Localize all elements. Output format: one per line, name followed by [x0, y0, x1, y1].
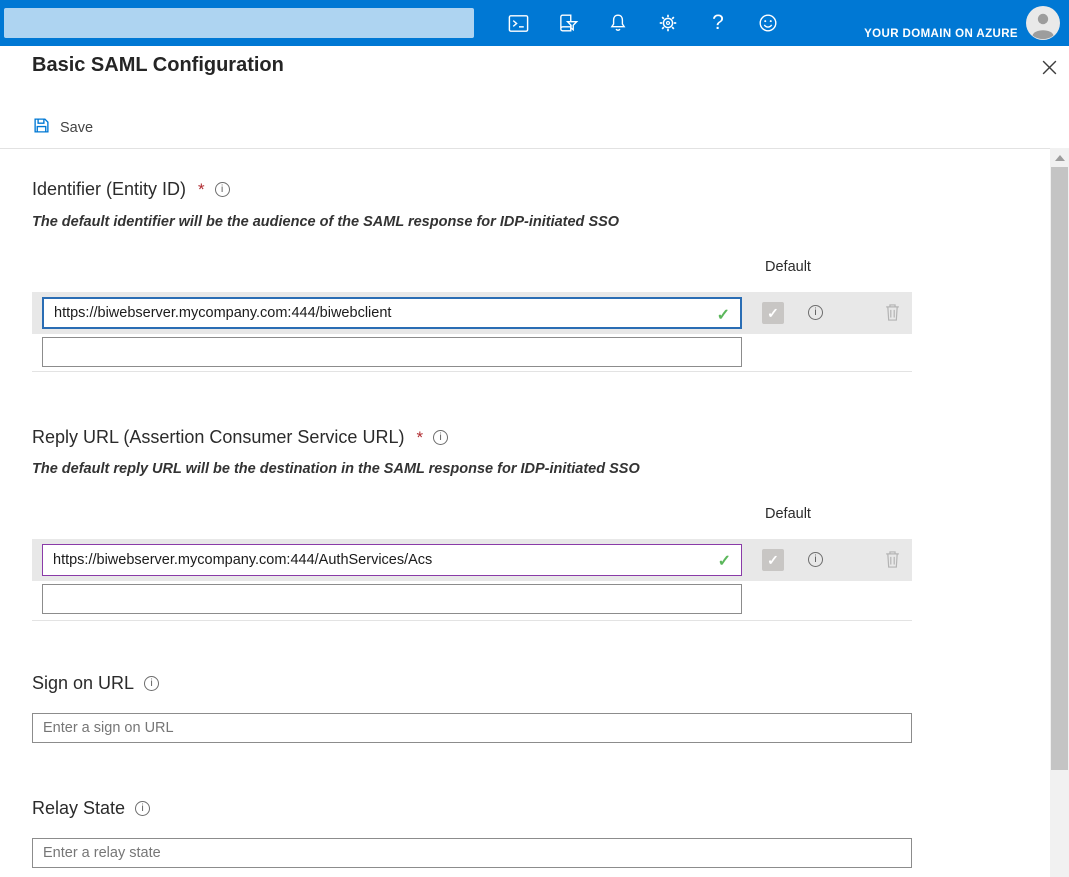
identifier-heading-text: Identifier (Entity ID) [32, 179, 186, 200]
sign-on-url-heading: Sign on URL i [32, 673, 159, 694]
checkbox-check-icon: ✓ [767, 552, 779, 569]
delete-row-icon[interactable] [884, 302, 902, 324]
identifier-section-heading: Identifier (Entity ID) * i [32, 179, 230, 200]
required-asterisk: * [198, 180, 205, 200]
reply-url-row: ✓ ✓ i [32, 539, 912, 581]
info-icon[interactable]: i [135, 801, 150, 816]
reply-url-section-heading: Reply URL (Assertion Consumer Service UR… [32, 427, 448, 448]
info-icon[interactable]: i [433, 430, 448, 445]
required-asterisk: * [416, 428, 423, 448]
identifier-row: ✓ ✓ i [32, 292, 912, 334]
cloud-shell-icon[interactable] [506, 11, 530, 35]
section-separator [32, 620, 912, 621]
relay-state-heading-text: Relay State [32, 798, 125, 819]
avatar[interactable] [1026, 6, 1060, 40]
valid-check-icon: ✓ [717, 305, 730, 325]
sign-on-url-input[interactable] [32, 713, 912, 743]
page-title: Basic SAML Configuration [32, 54, 284, 77]
identifier-url-input[interactable] [44, 299, 740, 327]
info-icon[interactable]: i [808, 552, 823, 567]
default-column-header: Default [765, 259, 811, 275]
reply-url-empty-input[interactable] [42, 584, 742, 614]
account-domain-label[interactable]: YOUR DOMAIN ON AZURE [860, 28, 1018, 40]
default-column-header: Default [765, 506, 811, 522]
delete-row-icon[interactable] [884, 549, 902, 571]
info-icon[interactable]: i [215, 182, 230, 197]
identifier-empty-input[interactable] [42, 337, 742, 367]
search-input[interactable] [4, 8, 474, 38]
form-content: Identifier (Entity ID) * i The default id… [32, 149, 912, 877]
reply-url-description: The default reply URL will be the destin… [32, 461, 640, 477]
relay-state-input[interactable] [32, 838, 912, 868]
reply-url-heading-text: Reply URL (Assertion Consumer Service UR… [32, 427, 404, 448]
valid-check-icon: ✓ [718, 551, 731, 571]
azure-top-bar: ? YOUR DOMAIN ON AZURE [0, 0, 1069, 46]
save-button[interactable]: Save [33, 117, 93, 139]
reply-url-input[interactable] [43, 545, 741, 575]
default-checkbox[interactable]: ✓ [762, 549, 784, 571]
reply-url-input-wrap: ✓ [42, 544, 742, 576]
feedback-smiley-icon[interactable] [756, 11, 780, 35]
identifier-input-wrap: ✓ [42, 297, 742, 329]
info-icon[interactable]: i [144, 676, 159, 691]
basic-saml-configuration-panel: ? YOUR DOMAIN ON AZURE Basic SAML Config… [0, 0, 1069, 877]
info-icon[interactable]: i [808, 305, 823, 320]
close-icon[interactable] [1041, 59, 1059, 77]
default-checkbox[interactable]: ✓ [762, 302, 784, 324]
scrollbar-thumb[interactable] [1051, 167, 1068, 770]
settings-gear-icon[interactable] [656, 11, 680, 35]
scrollbar-up-arrow-icon[interactable] [1055, 155, 1065, 161]
help-icon[interactable]: ? [706, 11, 730, 35]
save-icon [33, 117, 50, 139]
notifications-icon[interactable] [606, 11, 630, 35]
save-label: Save [60, 120, 93, 136]
relay-state-heading: Relay State i [32, 798, 150, 819]
checkbox-check-icon: ✓ [767, 305, 779, 322]
sign-on-url-heading-text: Sign on URL [32, 673, 134, 694]
section-separator [32, 371, 912, 372]
directory-filter-icon[interactable] [556, 11, 580, 35]
identifier-description: The default identifier will be the audie… [32, 214, 619, 230]
help-glyph: ? [712, 11, 724, 35]
